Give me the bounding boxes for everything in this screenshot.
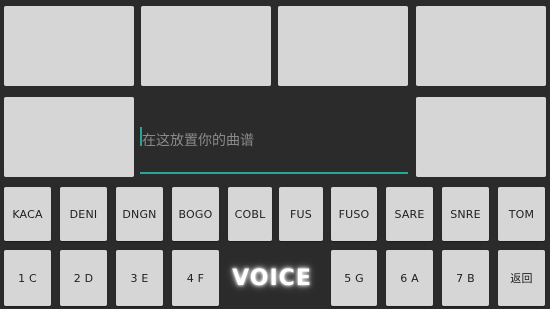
note-button-3e[interactable]: 3 E bbox=[116, 250, 163, 306]
pad-6[interactable] bbox=[416, 97, 546, 177]
sound-button-tom[interactable]: TOM bbox=[498, 187, 545, 241]
pad-1[interactable] bbox=[4, 6, 134, 86]
pad-4[interactable] bbox=[416, 6, 546, 86]
sound-button-dngn[interactable]: DNGN bbox=[116, 187, 163, 241]
sound-button-bogo[interactable]: BOGO bbox=[172, 187, 219, 241]
pad-5[interactable] bbox=[4, 97, 134, 177]
voice-logo: VOICE bbox=[232, 265, 312, 291]
note-button-5g[interactable]: 5 G bbox=[331, 250, 377, 306]
text-caret bbox=[140, 127, 142, 146]
note-button-2d[interactable]: 2 D bbox=[60, 250, 107, 306]
note-button-6a[interactable]: 6 A bbox=[386, 250, 433, 306]
note-button-7b[interactable]: 7 B bbox=[442, 250, 489, 306]
pad-2[interactable] bbox=[141, 6, 271, 86]
note-button-1c[interactable]: 1 C bbox=[4, 250, 51, 306]
note-button-4f[interactable]: 4 F bbox=[172, 250, 219, 306]
sound-button-cobl[interactable]: COBL bbox=[228, 187, 272, 241]
score-underline bbox=[140, 172, 408, 174]
pad-3[interactable] bbox=[278, 6, 408, 86]
sound-button-kaca[interactable]: KACA bbox=[4, 187, 51, 241]
sound-button-fus[interactable]: FUS bbox=[279, 187, 323, 241]
sound-button-deni[interactable]: DENI bbox=[60, 187, 107, 241]
sound-button-fuso[interactable]: FUSO bbox=[331, 187, 377, 241]
score-field[interactable] bbox=[140, 118, 408, 174]
score-input[interactable] bbox=[140, 124, 406, 158]
sound-button-snre[interactable]: SNRE bbox=[442, 187, 489, 241]
sound-button-sare[interactable]: SARE bbox=[386, 187, 433, 241]
back-button[interactable]: 返回 bbox=[498, 250, 545, 306]
